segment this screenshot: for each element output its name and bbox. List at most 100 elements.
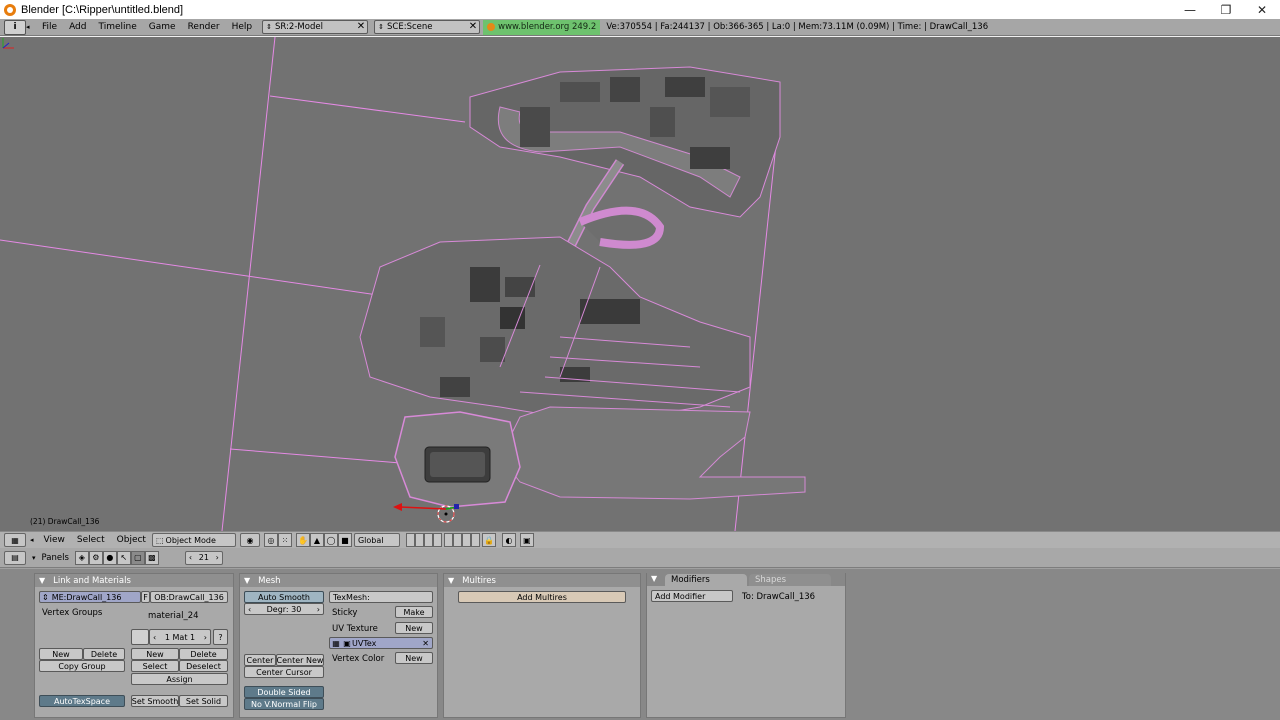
center-cursor-button[interactable]: Center Cursor <box>244 666 324 678</box>
layer-button[interactable] <box>432 533 442 547</box>
editing-icon[interactable]: ▢ <box>130 550 145 565</box>
menu-file[interactable]: File <box>36 22 63 32</box>
collapse-triangle-icon[interactable]: ▼ <box>244 576 250 585</box>
material-deselect-button[interactable]: Deselect <box>179 660 228 672</box>
object-icon[interactable]: ↖ <box>116 550 131 565</box>
logic-icon[interactable]: ◈ <box>74 550 89 565</box>
material-assign-button[interactable]: Assign <box>131 673 228 685</box>
auto-smooth-toggle[interactable]: Auto Smooth <box>244 591 324 603</box>
rotate-icon[interactable]: ◯ <box>323 533 338 547</box>
collapse-triangle-icon[interactable]: ▼ <box>39 576 45 585</box>
lock-icon[interactable]: 🔒 <box>481 533 496 547</box>
layer-button[interactable] <box>461 533 471 547</box>
collapse-triangle-icon[interactable]: ▼ <box>651 574 657 583</box>
center-button[interactable]: Center <box>244 654 276 666</box>
panel-header[interactable]: ▼ Mesh <box>240 574 437 587</box>
translate-icon[interactable]: ▲ <box>309 533 324 547</box>
script-icon[interactable]: ⚙ <box>88 550 103 565</box>
collapse-arrow-icon[interactable]: ▾ <box>32 554 36 562</box>
material-select-button[interactable]: Select <box>131 660 179 672</box>
minimize-button[interactable]: — <box>1172 0 1208 19</box>
increment-arrow-icon[interactable]: › <box>204 633 207 642</box>
mode-selector[interactable]: ⬚ Object Mode <box>151 533 236 547</box>
decrement-arrow-icon[interactable]: ‹ <box>248 605 251 614</box>
material-index-field[interactable]: ‹ 1 Mat 1 › <box>149 629 211 645</box>
copy-group-button[interactable]: Copy Group <box>39 660 125 672</box>
double-sided-toggle[interactable]: Double Sided <box>244 686 324 698</box>
panel-header[interactable]: ▼ Link and Materials <box>35 574 233 587</box>
add-multires-button[interactable]: Add Multires <box>458 591 626 603</box>
material-color-swatch[interactable] <box>131 629 149 645</box>
no-vnormal-flip-toggle[interactable]: No V.Normal Flip <box>244 698 324 710</box>
set-solid-button[interactable]: Set Solid <box>179 695 228 707</box>
uv-texture-new-button[interactable]: New <box>395 622 433 634</box>
window-type-button[interactable]: i <box>4 19 26 35</box>
add-modifier-button[interactable]: Add Modifier <box>651 590 733 602</box>
delete-uvtex-icon[interactable]: ✕ <box>422 639 429 648</box>
material-help-button[interactable]: ? <box>213 629 228 645</box>
editor-type-button[interactable]: ▦ <box>4 533 26 547</box>
maximize-button[interactable]: ❐ <box>1208 0 1244 19</box>
increment-arrow-icon[interactable]: › <box>317 605 320 614</box>
object-name-field[interactable]: OB:DrawCall_136 <box>150 591 228 603</box>
decrement-arrow-icon[interactable]: ‹ <box>189 553 192 562</box>
collapse-triangle-icon[interactable]: ▼ <box>448 576 454 585</box>
layer-button[interactable] <box>452 533 462 547</box>
sticky-make-button[interactable]: Make <box>395 606 433 618</box>
menu-timeline[interactable]: Timeline <box>93 22 143 32</box>
vertex-color-new-button[interactable]: New <box>395 652 433 664</box>
draw-type-button[interactable]: ◉ <box>239 533 260 547</box>
scale-icon[interactable]: ■ <box>337 533 352 547</box>
tab-modifiers[interactable]: Modifiers <box>665 574 747 586</box>
layer-buttons-group-2[interactable] <box>443 533 480 547</box>
orientation-selector[interactable]: Global <box>353 533 400 547</box>
vgroup-new-button[interactable]: New <box>39 648 83 660</box>
website-label[interactable]: www.blender.org 249.2 <box>483 19 601 35</box>
close-button[interactable]: ✕ <box>1244 0 1280 19</box>
menu-view[interactable]: View <box>38 535 71 545</box>
viewport-canvas[interactable] <box>0 37 1280 531</box>
degree-field[interactable]: ‹ Degr: 30 › <box>244 603 324 615</box>
menu-help[interactable]: Help <box>226 22 259 32</box>
mesh-datablock-field[interactable]: ⇕ ME:DrawCall_136 <box>39 591 141 603</box>
menu-object[interactable]: Object <box>111 535 152 545</box>
menu-add[interactable]: Add <box>63 22 92 32</box>
autotexspace-toggle[interactable]: AutoTexSpace <box>39 695 125 707</box>
render-preview-icon[interactable]: ◐ <box>501 533 516 547</box>
layer-buttons-group-1[interactable] <box>405 533 442 547</box>
frame-number-field[interactable]: ‹ 21 › <box>184 550 223 565</box>
material-delete-button[interactable]: Delete <box>179 648 228 660</box>
dots-icon[interactable]: ⁙ <box>277 533 292 547</box>
editor-type-button[interactable]: ▤ <box>4 550 26 565</box>
layer-button[interactable] <box>423 533 433 547</box>
layer-button[interactable] <box>470 533 480 547</box>
layer-button[interactable] <box>443 533 453 547</box>
material-new-button[interactable]: New <box>131 648 179 660</box>
delete-screen-icon[interactable]: ✕ <box>357 21 365 33</box>
uvtex-layer[interactable]: ▦ ▣ UVTex ✕ <box>329 637 433 649</box>
hand-icon[interactable]: ✋ <box>295 533 310 547</box>
tab-shapes[interactable]: Shapes <box>749 574 831 586</box>
collapse-arrow-icon[interactable]: ◂ <box>26 23 36 31</box>
set-smooth-button[interactable]: Set Smooth <box>131 695 179 707</box>
layer-button[interactable] <box>405 533 415 547</box>
increment-arrow-icon[interactable]: › <box>216 553 219 562</box>
texmesh-field[interactable]: TexMesh: <box>329 591 433 603</box>
collapse-arrow-icon[interactable]: ◂ <box>30 536 34 544</box>
vgroup-delete-button[interactable]: Delete <box>83 648 125 660</box>
menu-select[interactable]: Select <box>71 535 111 545</box>
center-new-button[interactable]: Center New <box>276 654 324 666</box>
decrement-arrow-icon[interactable]: ‹ <box>153 633 156 642</box>
scene-selector[interactable]: ⇕ SCE:Scene ✕ <box>374 20 481 34</box>
panel-header[interactable]: ▼ Multires <box>444 574 640 587</box>
layer-button[interactable] <box>414 533 424 547</box>
menu-game[interactable]: Game <box>143 22 182 32</box>
3d-viewport[interactable]: (21) DrawCall_136 <box>0 37 1280 531</box>
snapshot-icon[interactable]: ▣ <box>519 533 534 547</box>
menu-render[interactable]: Render <box>182 22 226 32</box>
delete-scene-icon[interactable]: ✕ <box>469 21 477 33</box>
fake-user-button[interactable]: F <box>141 591 150 603</box>
pivot-icon[interactable]: ◎ <box>263 533 278 547</box>
screen-selector[interactable]: ⇕ SR:2-Model ✕ <box>262 20 369 34</box>
scene-icon[interactable]: ▩ <box>144 550 159 565</box>
